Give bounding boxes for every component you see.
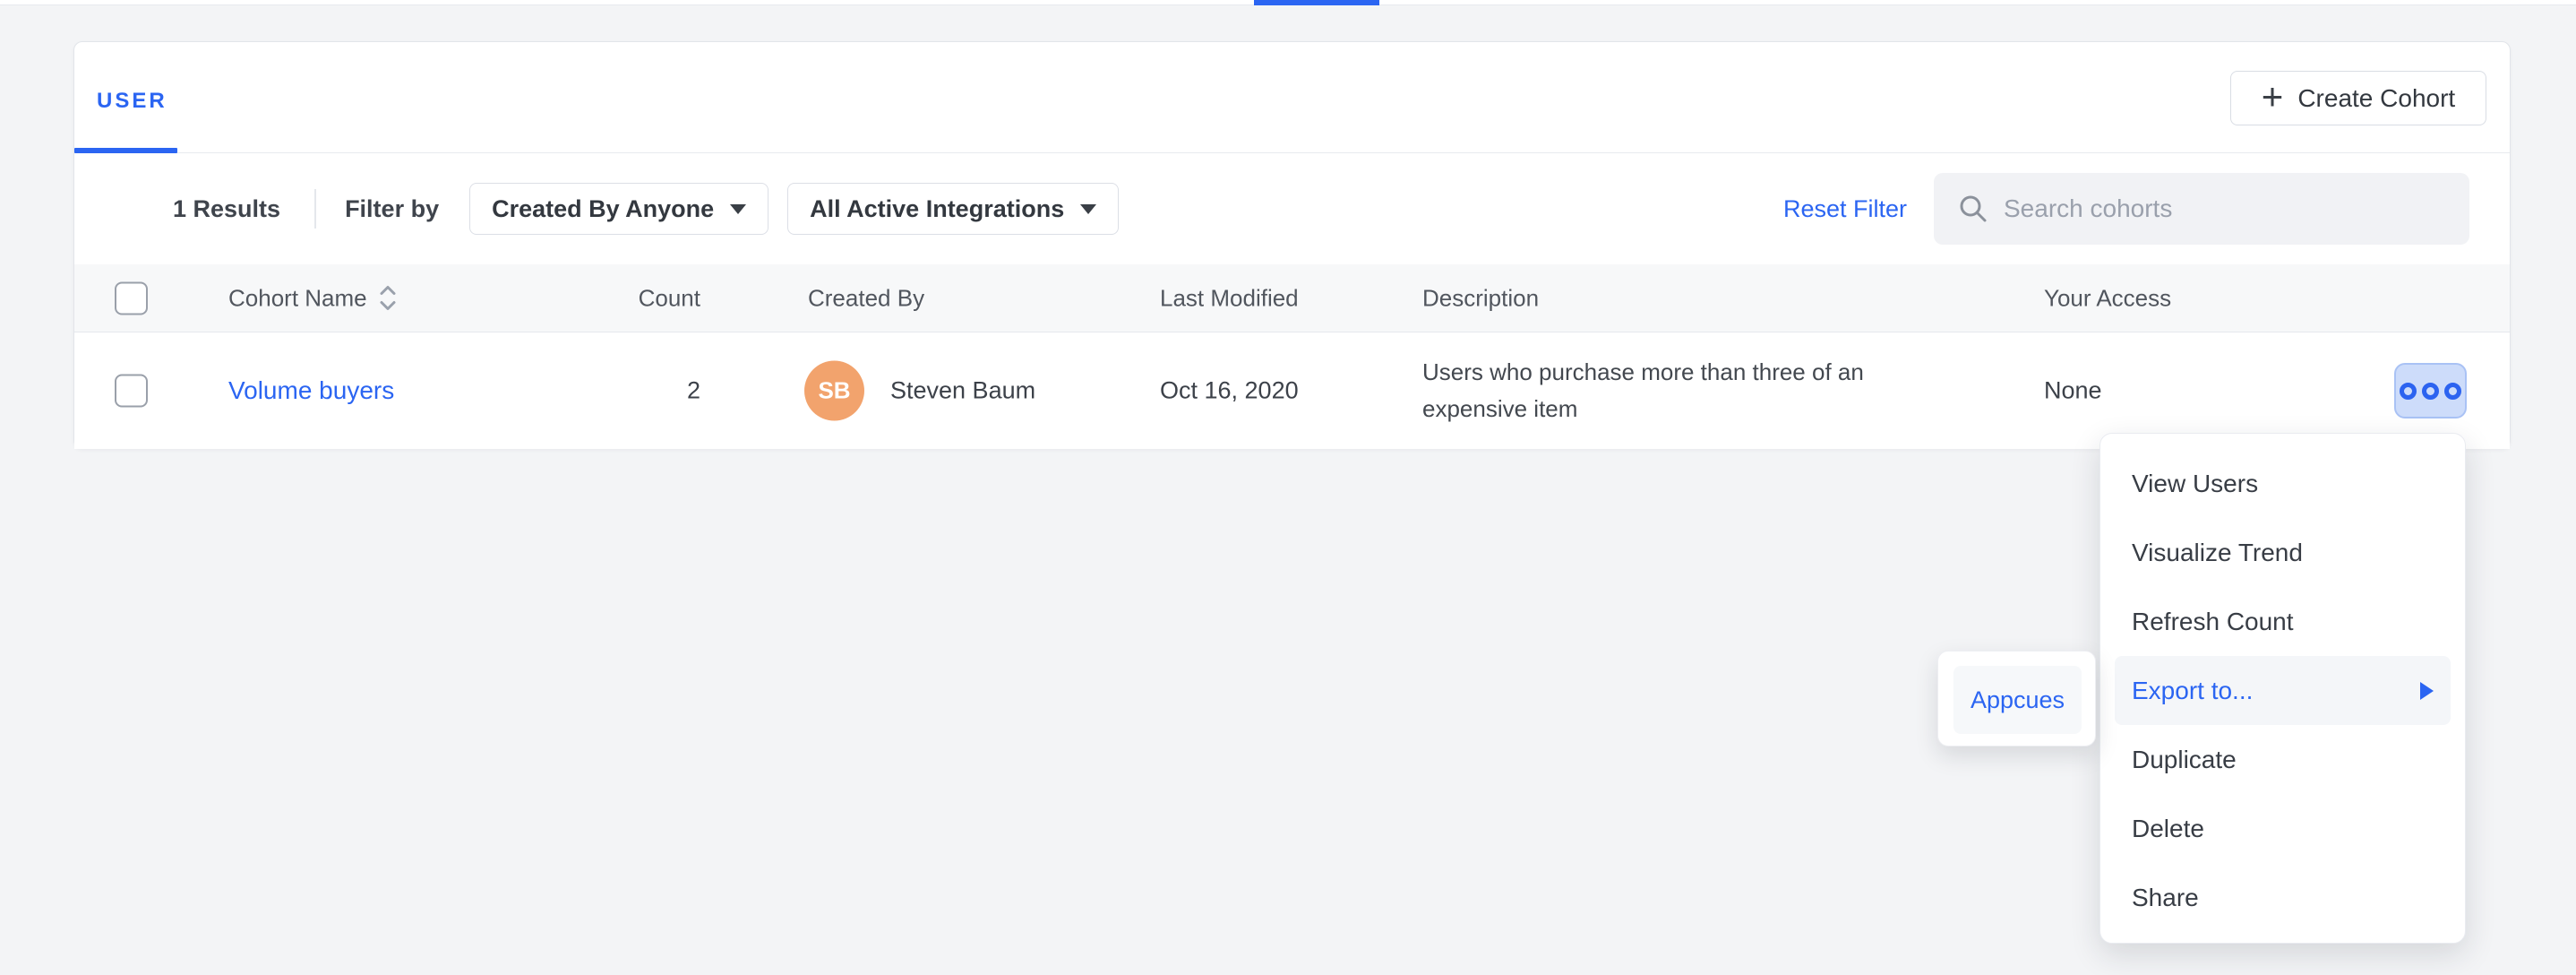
sort-icon	[378, 285, 398, 312]
filter-by-label: Filter by	[345, 195, 439, 223]
active-nav-tab-indicator	[1254, 0, 1379, 5]
last-modified-cell: Oct 16, 2020	[1160, 377, 1299, 405]
submenu-item-appcues[interactable]: Appcues	[1953, 666, 2082, 734]
cohort-name-link[interactable]: Volume buyers	[228, 376, 394, 405]
menu-item-share[interactable]: Share	[2115, 863, 2451, 932]
ellipsis-dot-icon	[2422, 383, 2439, 400]
results-count: 1 Results	[173, 195, 280, 223]
create-cohort-label: Create Cohort	[2297, 84, 2455, 113]
header-last-modified[interactable]: Last Modified	[1160, 284, 1299, 312]
top-nav-strip	[0, 0, 2576, 5]
menu-item-duplicate[interactable]: Duplicate	[2115, 725, 2451, 794]
filter-bar: 1 Results Filter by Created By Anyone Al…	[74, 153, 2510, 264]
tab-user[interactable]: USER	[97, 89, 167, 114]
caret-down-icon	[1080, 204, 1096, 214]
created-by-dropdown[interactable]: Created By Anyone	[469, 183, 769, 235]
menu-item-visualize-trend[interactable]: Visualize Trend	[2115, 518, 2451, 587]
table-row: Volume buyers 2 SB Steven Baum Oct 16, 2…	[74, 332, 2510, 449]
row-checkbox[interactable]	[115, 375, 148, 408]
submenu-arrow-icon	[2420, 682, 2434, 700]
ellipsis-dot-icon	[2400, 383, 2417, 400]
integrations-dropdown[interactable]: All Active Integrations	[787, 183, 1119, 235]
caret-down-icon	[730, 204, 746, 214]
divider	[314, 189, 316, 229]
header-created-by[interactable]: Created By	[808, 284, 924, 312]
create-cohort-button[interactable]: + Create Cohort	[2230, 71, 2486, 125]
search-icon	[1957, 193, 1989, 225]
header-description: Description	[1422, 284, 1539, 312]
cohorts-panel: USER + Create Cohort 1 Results Filter by…	[73, 41, 2511, 449]
your-access-cell: None	[2044, 377, 2102, 405]
menu-item-export-to[interactable]: Export to...	[2115, 656, 2451, 725]
search-box	[1934, 173, 2469, 245]
export-submenu: Appcues	[1937, 651, 2096, 746]
cohort-count: 2	[576, 377, 700, 405]
reset-filter-link[interactable]: Reset Filter	[1783, 195, 1907, 223]
search-input[interactable]	[2004, 194, 2434, 223]
header-your-access: Your Access	[2044, 284, 2171, 312]
header-cohort-name[interactable]: Cohort Name	[228, 284, 398, 312]
header-count[interactable]: Count	[576, 284, 700, 312]
plus-icon: +	[2262, 78, 2284, 116]
integrations-dropdown-label: All Active Integrations	[810, 195, 1064, 223]
created-by-dropdown-label: Created By Anyone	[492, 195, 714, 223]
avatar: SB	[804, 361, 864, 421]
select-all-checkbox[interactable]	[115, 281, 148, 315]
menu-item-refresh-count[interactable]: Refresh Count	[2115, 587, 2451, 656]
ellipsis-dot-icon	[2444, 383, 2461, 400]
row-actions-menu: View Users Visualize Trend Refresh Count…	[2099, 433, 2466, 944]
menu-item-view-users[interactable]: View Users	[2115, 449, 2451, 518]
menu-item-delete[interactable]: Delete	[2115, 794, 2451, 863]
row-actions-button[interactable]	[2394, 363, 2467, 418]
created-by-name: Steven Baum	[890, 377, 1035, 405]
created-by-cell: SB Steven Baum	[804, 361, 1035, 421]
tab-bar: USER + Create Cohort	[74, 42, 2510, 153]
description-cell: Users who purchase more than three of an…	[1422, 354, 1924, 427]
table-header-row: Cohort Name Count Created By Last Modifi…	[74, 264, 2510, 332]
